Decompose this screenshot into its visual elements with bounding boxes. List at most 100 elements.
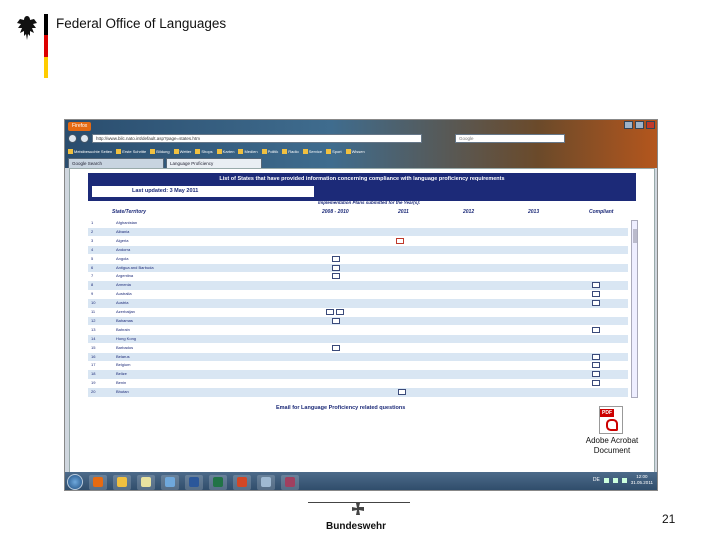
url-input[interactable]: http://www.bilc.nato.int/default.asp?pag… <box>92 134 422 143</box>
table-row: 11 Azerbaijan <box>88 308 628 317</box>
maximize-button[interactable] <box>635 121 644 129</box>
pdf-tag: PDF <box>600 409 614 417</box>
bookmark-item[interactable]: Service <box>302 148 322 154</box>
tab-language-proficiency[interactable]: Language Proficiency <box>166 158 262 168</box>
tab-google-search[interactable]: Google Search <box>68 158 164 168</box>
folder-icon <box>345 148 351 154</box>
taskbar-firefox-icon[interactable] <box>89 474 107 490</box>
state-name: Bahrain <box>116 326 130 332</box>
document-icon[interactable] <box>326 309 334 315</box>
back-button[interactable] <box>68 134 77 143</box>
bookmark-item[interactable]: Karten <box>216 148 234 154</box>
taskbar-media-icon[interactable] <box>161 474 179 490</box>
document-icon[interactable] <box>592 371 600 378</box>
state-name: Armenia <box>116 282 131 288</box>
row-number: 15 <box>91 344 96 350</box>
document-icon[interactable] <box>592 380 600 387</box>
document-icon[interactable] <box>398 389 406 396</box>
volume-icon[interactable] <box>621 477 627 483</box>
attachment-label[interactable]: Adobe Acrobat Document <box>572 436 652 456</box>
document-icon[interactable] <box>592 353 600 360</box>
bookmark-item[interactable]: Meistbesuchte Seiten <box>68 148 112 154</box>
bookmark-item[interactable]: Bildung <box>150 148 170 154</box>
bookmark-item[interactable]: Radio <box>282 148 299 154</box>
table-row: 15 Barbados <box>88 344 628 353</box>
document-icon[interactable] <box>332 264 340 271</box>
bookmark-item[interactable]: Medien <box>238 148 258 154</box>
row-number: 20 <box>91 389 96 395</box>
document-icon[interactable] <box>592 326 600 333</box>
table-row: 2 Albania <box>88 227 628 237</box>
tray-icon[interactable] <box>612 477 618 483</box>
taskbar: DE 12:00 31.05.2011 <box>65 472 657 490</box>
navigation-bar: http://www.bilc.nato.int/default.asp?pag… <box>65 133 657 144</box>
input-language[interactable]: DE <box>593 477 600 483</box>
state-name: Bahamas <box>116 317 133 323</box>
state-name: Argentina <box>116 273 134 279</box>
bookmark-item[interactable]: Politik <box>261 148 278 154</box>
bookmark-item[interactable]: Wissen <box>345 148 365 154</box>
document-icon[interactable] <box>592 362 600 369</box>
document-icon[interactable] <box>332 255 340 262</box>
state-name: Albania <box>116 228 130 234</box>
email-link[interactable]: Email for Language Proficiency related q… <box>276 405 405 411</box>
folder-icon <box>150 148 156 154</box>
table-row: 12 Bahamas <box>88 316 628 326</box>
acrobat-logo-icon <box>606 419 618 431</box>
taskbar-network-icon[interactable] <box>257 474 275 490</box>
row-number: 5 <box>91 255 94 261</box>
taskbar-excel-icon[interactable] <box>209 474 227 490</box>
table-row: 14 Hong Kong <box>88 334 628 344</box>
row-number: 8 <box>91 282 94 288</box>
system-clock[interactable]: 12:00 31.05.2011 <box>631 474 653 486</box>
taskbar-powerpoint-icon[interactable] <box>233 474 251 490</box>
taskbar-notes-icon[interactable] <box>137 474 155 490</box>
row-number: 12 <box>91 317 96 323</box>
pdf-document-icon[interactable] <box>396 237 404 244</box>
state-name: Belgium <box>116 362 131 368</box>
document-icon[interactable] <box>332 273 340 280</box>
tab-strip: Google Search Language Proficiency <box>65 157 657 168</box>
state-name: Benin <box>116 380 127 386</box>
table-row: 4 Andorra <box>88 245 628 255</box>
folder-icon <box>282 148 288 154</box>
minimize-button[interactable] <box>624 121 633 129</box>
folder-icon <box>238 148 244 154</box>
tray-icon[interactable] <box>603 477 609 483</box>
title-bar: Firefox <box>65 120 657 132</box>
taskbar-app-icon[interactable] <box>281 474 299 490</box>
table-row: 9 Australia <box>88 290 628 299</box>
federal-eagle-icon <box>17 16 37 40</box>
bookmark-item[interactable]: Erste Schritte <box>116 148 146 154</box>
forward-button[interactable] <box>80 134 89 143</box>
row-number: 16 <box>91 353 96 359</box>
document-icon[interactable] <box>332 317 340 324</box>
bookmark-item[interactable]: Wetter <box>173 148 191 154</box>
table-row: 5 Angola <box>88 255 628 264</box>
bookmark-item[interactable]: Sport <box>326 148 342 154</box>
pdf-file-icon[interactable]: PDF <box>599 406 623 434</box>
start-button[interactable] <box>67 474 83 490</box>
taskbar-word-icon[interactable] <box>185 474 203 490</box>
document-icon[interactable] <box>592 282 600 289</box>
bookmark-item[interactable]: Shops <box>195 148 213 154</box>
firefox-menu-button[interactable]: Firefox <box>68 121 92 131</box>
screenshot-window: Firefox http://www.bilc.nato.int/default… <box>64 119 658 491</box>
last-updated: Last updated: 3 May 2011 <box>92 186 314 197</box>
row-number: 17 <box>91 362 96 368</box>
document-icon[interactable] <box>332 344 340 351</box>
document-icon[interactable] <box>592 291 600 298</box>
row-number: 18 <box>91 371 96 377</box>
search-input[interactable]: Google <box>455 134 565 143</box>
window-controls <box>624 121 655 129</box>
implementation-heading: Implementation Plans submitted for the Y… <box>318 200 421 205</box>
state-name: Bhutan <box>116 389 129 395</box>
scroll-thumb[interactable] <box>633 229 637 243</box>
table-row: 16 Belarus <box>88 352 628 361</box>
close-button[interactable] <box>646 121 655 129</box>
taskbar-explorer-icon[interactable] <box>113 474 131 490</box>
page-title: List of States that have provided inform… <box>219 176 505 182</box>
document-icon[interactable] <box>336 309 344 315</box>
document-icon[interactable] <box>592 300 600 307</box>
table-scrollbar[interactable] <box>631 220 638 398</box>
